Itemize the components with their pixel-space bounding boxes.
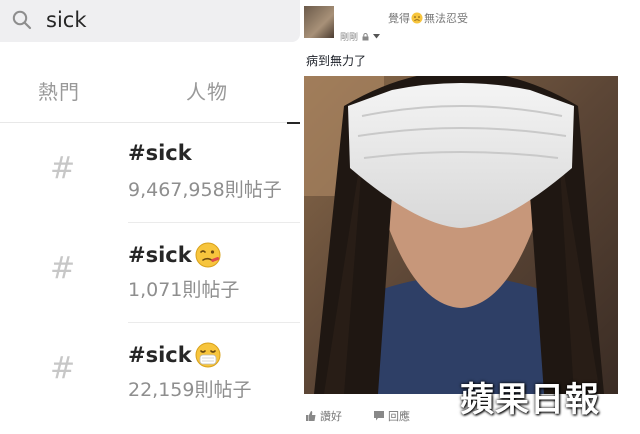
like-label: 讚好 bbox=[320, 410, 342, 423]
like-button[interactable]: 讚好 bbox=[306, 408, 342, 424]
hashtag-name: #sick bbox=[128, 241, 222, 269]
feeling-emoji-icon bbox=[411, 12, 423, 24]
post-photo[interactable] bbox=[304, 76, 618, 394]
comment-label: 回應 bbox=[388, 410, 410, 423]
hashtag-name: #sick bbox=[128, 141, 192, 165]
lock-icon bbox=[362, 32, 369, 40]
post-time[interactable]: 剛剛 bbox=[340, 30, 358, 43]
avatar[interactable] bbox=[304, 6, 334, 38]
post-status-text: 病到無力了 bbox=[306, 54, 367, 68]
feeling-prefix: 覺得 bbox=[388, 12, 410, 25]
hashtag-icon: # bbox=[50, 251, 76, 286]
comment-icon bbox=[374, 411, 384, 421]
tab-top[interactable]: 熱門 bbox=[38, 76, 80, 105]
post-count: 1,071則帖子 bbox=[128, 279, 240, 301]
chevron-down-icon[interactable] bbox=[373, 34, 381, 39]
search-icon bbox=[12, 10, 32, 30]
list-item[interactable]: # #sick 22,159則帖子 bbox=[0, 323, 300, 423]
masked-person-photo bbox=[304, 76, 618, 394]
sick-face-emoji-icon bbox=[195, 242, 221, 268]
feeling-line: 覺得 無法忍受 bbox=[388, 10, 468, 26]
search-bar[interactable] bbox=[0, 0, 300, 42]
hashtag-name: #sick bbox=[128, 341, 222, 369]
search-input[interactable] bbox=[46, 4, 286, 36]
medical-mask-emoji-icon bbox=[195, 342, 221, 368]
post-count: 9,467,958則帖子 bbox=[128, 179, 282, 201]
facebook-post: 覺得 無法忍受 剛剛 病到無力了 讚好 回應 bbox=[304, 0, 640, 434]
post-meta: 剛剛 bbox=[340, 30, 381, 43]
hashtag-icon: # bbox=[50, 351, 76, 386]
hashtag-search-panel: 熱門 人物 # #sick 9,467,958則帖子 # #sick 1,071… bbox=[0, 0, 300, 434]
tab-people[interactable]: 人物 bbox=[186, 76, 228, 105]
comment-button[interactable]: 回應 bbox=[374, 408, 410, 424]
feeling-text: 無法忍受 bbox=[424, 12, 468, 25]
list-item[interactable]: # #sick 1,071則帖子 bbox=[0, 223, 300, 323]
search-tabs: 熱門 人物 bbox=[0, 58, 300, 124]
apple-daily-watermark: 蘋果日報 bbox=[460, 380, 600, 420]
list-item[interactable]: # #sick 9,467,958則帖子 bbox=[0, 123, 300, 223]
thumbs-up-icon bbox=[306, 411, 316, 421]
hashtag-icon: # bbox=[50, 151, 76, 186]
post-count: 22,159則帖子 bbox=[128, 379, 252, 401]
